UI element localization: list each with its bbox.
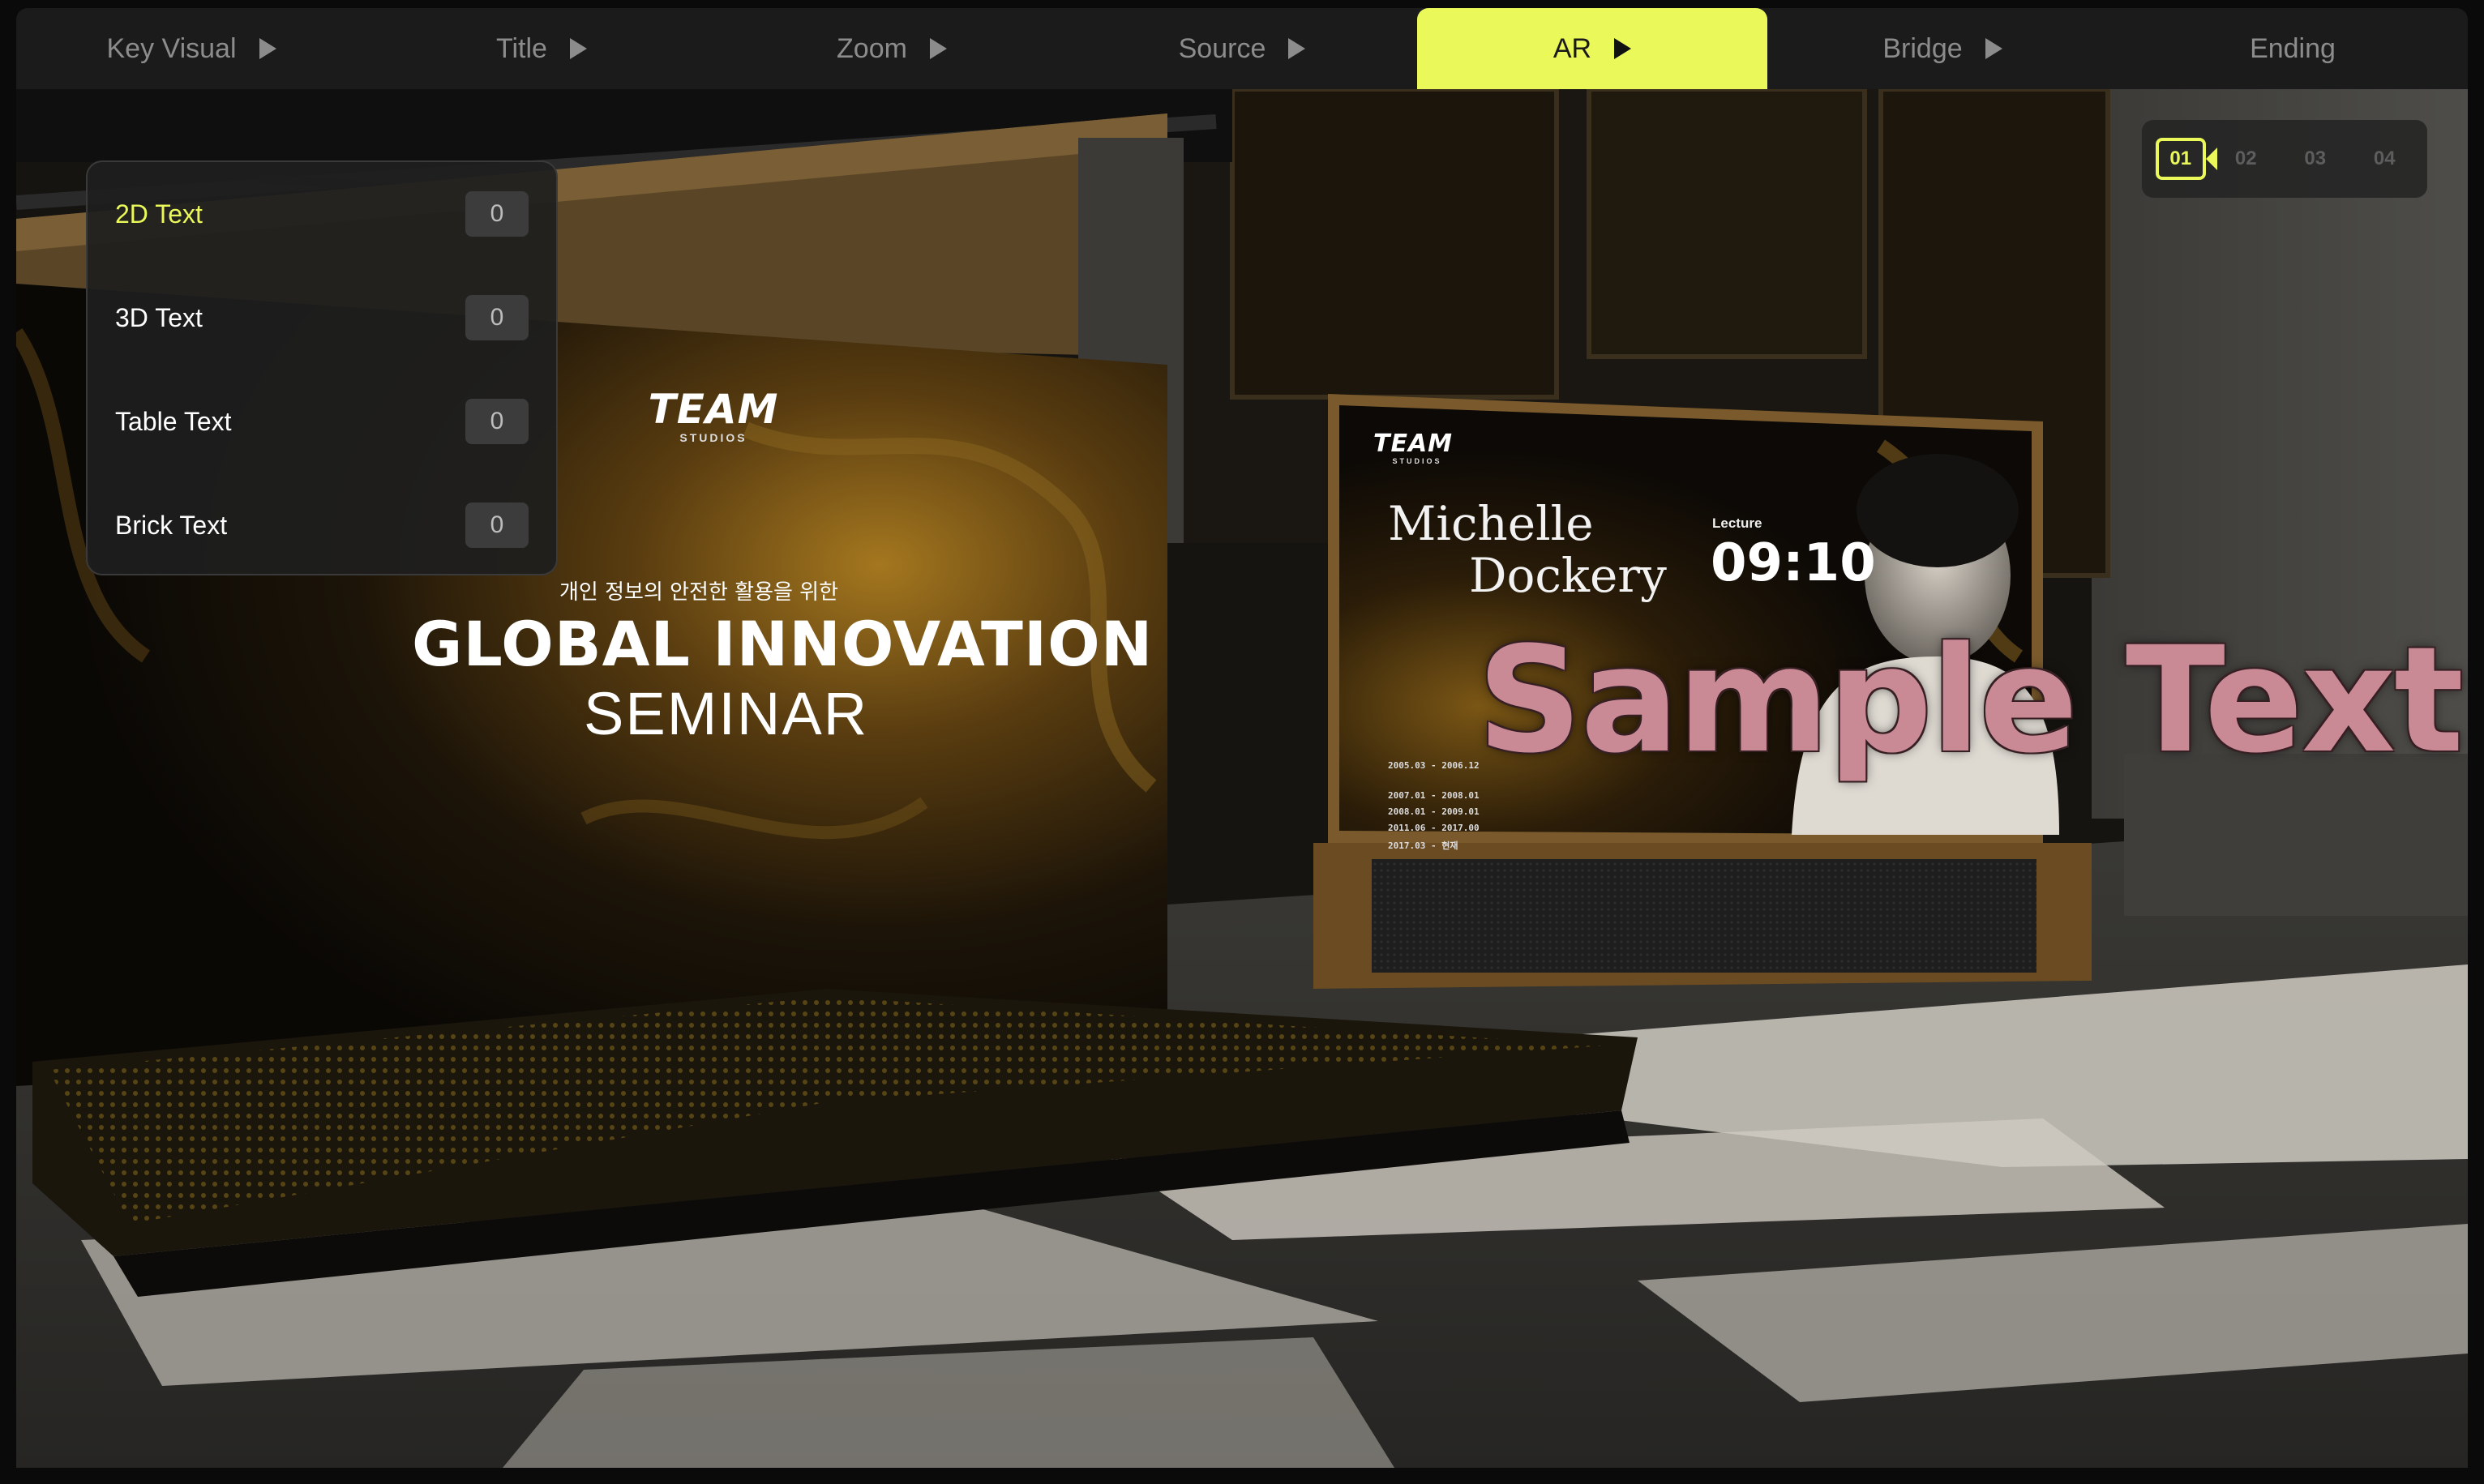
camera-03-button[interactable]: 03 bbox=[2286, 135, 2345, 182]
text-type-label: Brick Text bbox=[115, 510, 228, 540]
play-icon[interactable] bbox=[569, 38, 587, 59]
camera-01-video-camera-icon[interactable]: 01 bbox=[2155, 138, 2217, 180]
text-type-label: Table Text bbox=[115, 406, 232, 436]
tab-label: Bridge bbox=[1882, 32, 1963, 64]
right-screen-logo: TEAM bbox=[1373, 430, 1454, 458]
play-icon[interactable] bbox=[929, 38, 947, 59]
career-entry: 2005.03 - 2006.12 bbox=[1388, 760, 1480, 771]
text-count-badge: 0 bbox=[465, 399, 529, 444]
tab-label: AR bbox=[1552, 32, 1592, 64]
career-entry: 2008.01 - 2009.01 bbox=[1388, 806, 1480, 817]
right-screen-logo-sub: STUDIOS bbox=[1392, 457, 1442, 465]
left-screen-logo-sub: STUDIOS bbox=[679, 431, 747, 444]
text-count-badge: 0 bbox=[465, 295, 529, 340]
text-type-label: 3D Text bbox=[115, 302, 203, 332]
speaker-name-last: Dockery bbox=[1469, 548, 1667, 603]
text-count-badge: 0 bbox=[465, 503, 529, 548]
text-type-label: 2D Text bbox=[115, 199, 203, 229]
left-screen-title-line1: GLOBAL INNOVATION bbox=[412, 608, 1154, 680]
career-entry: 2017.03 - 현재 bbox=[1388, 840, 1458, 851]
camera-04-button[interactable]: 04 bbox=[2355, 135, 2413, 182]
lecture-label: Lecture bbox=[1712, 515, 1762, 531]
3d-viewport[interactable]: TEAM STUDIOS 개인 정보의 안전한 활용을 위한 GLOBAL IN… bbox=[16, 89, 2468, 1468]
tab-label: Source bbox=[1178, 32, 1266, 64]
text-type-table-text[interactable]: Table Text 0 bbox=[88, 370, 556, 473]
tab-title[interactable]: Title bbox=[366, 8, 717, 89]
tab-bridge[interactable]: Bridge bbox=[1767, 8, 2118, 89]
ar-sample-text[interactable]: Sample Text 2 bbox=[1477, 616, 2468, 785]
career-entry: 2007.01 - 2008.01 bbox=[1388, 790, 1480, 801]
play-icon[interactable] bbox=[1288, 38, 1306, 59]
play-icon[interactable] bbox=[259, 38, 276, 59]
lecture-time: 09:10 bbox=[1711, 533, 1876, 593]
scene-tab-bar: Key Visual Title Zoom Source AR Bridge Ending bbox=[16, 8, 2468, 89]
play-icon[interactable] bbox=[1614, 38, 1632, 59]
tab-label: Ending bbox=[2250, 32, 2336, 64]
text-type-brick-text[interactable]: Brick Text 0 bbox=[88, 473, 556, 577]
camera-02-button[interactable]: 02 bbox=[2216, 135, 2275, 182]
tab-key-visual[interactable]: Key Visual bbox=[16, 8, 366, 89]
text-type-3d-text[interactable]: 3D Text 0 bbox=[88, 266, 556, 370]
left-screen-korean-subtitle: 개인 정보의 안전한 활용을 위한 bbox=[559, 580, 839, 605]
speaker-name-first: Michelle bbox=[1388, 496, 1594, 551]
tab-zoom[interactable]: Zoom bbox=[717, 8, 1067, 89]
text-type-2d-text[interactable]: 2D Text 0 bbox=[88, 162, 556, 266]
left-screen-title-line2: SEMINAR bbox=[584, 680, 869, 747]
tab-label: Title bbox=[496, 32, 547, 64]
text-count-badge: 0 bbox=[465, 191, 529, 237]
text-type-panel: 2D Text 0 3D Text 0 Table Text 0 Brick Text 0 bbox=[86, 160, 558, 575]
camera-selector: 01 02 03 04 bbox=[2142, 120, 2427, 198]
left-screen-logo: TEAM bbox=[648, 386, 779, 433]
tab-ending[interactable]: Ending bbox=[2118, 8, 2468, 89]
tab-ar[interactable]: AR bbox=[1417, 8, 1767, 89]
tab-source[interactable]: Source bbox=[1067, 8, 1417, 89]
tab-label: Zoom bbox=[837, 32, 907, 64]
career-entry: 2011.06 - 2017.00 bbox=[1388, 823, 1480, 833]
play-icon[interactable] bbox=[1985, 38, 2002, 59]
tab-label: Key Visual bbox=[106, 32, 237, 64]
